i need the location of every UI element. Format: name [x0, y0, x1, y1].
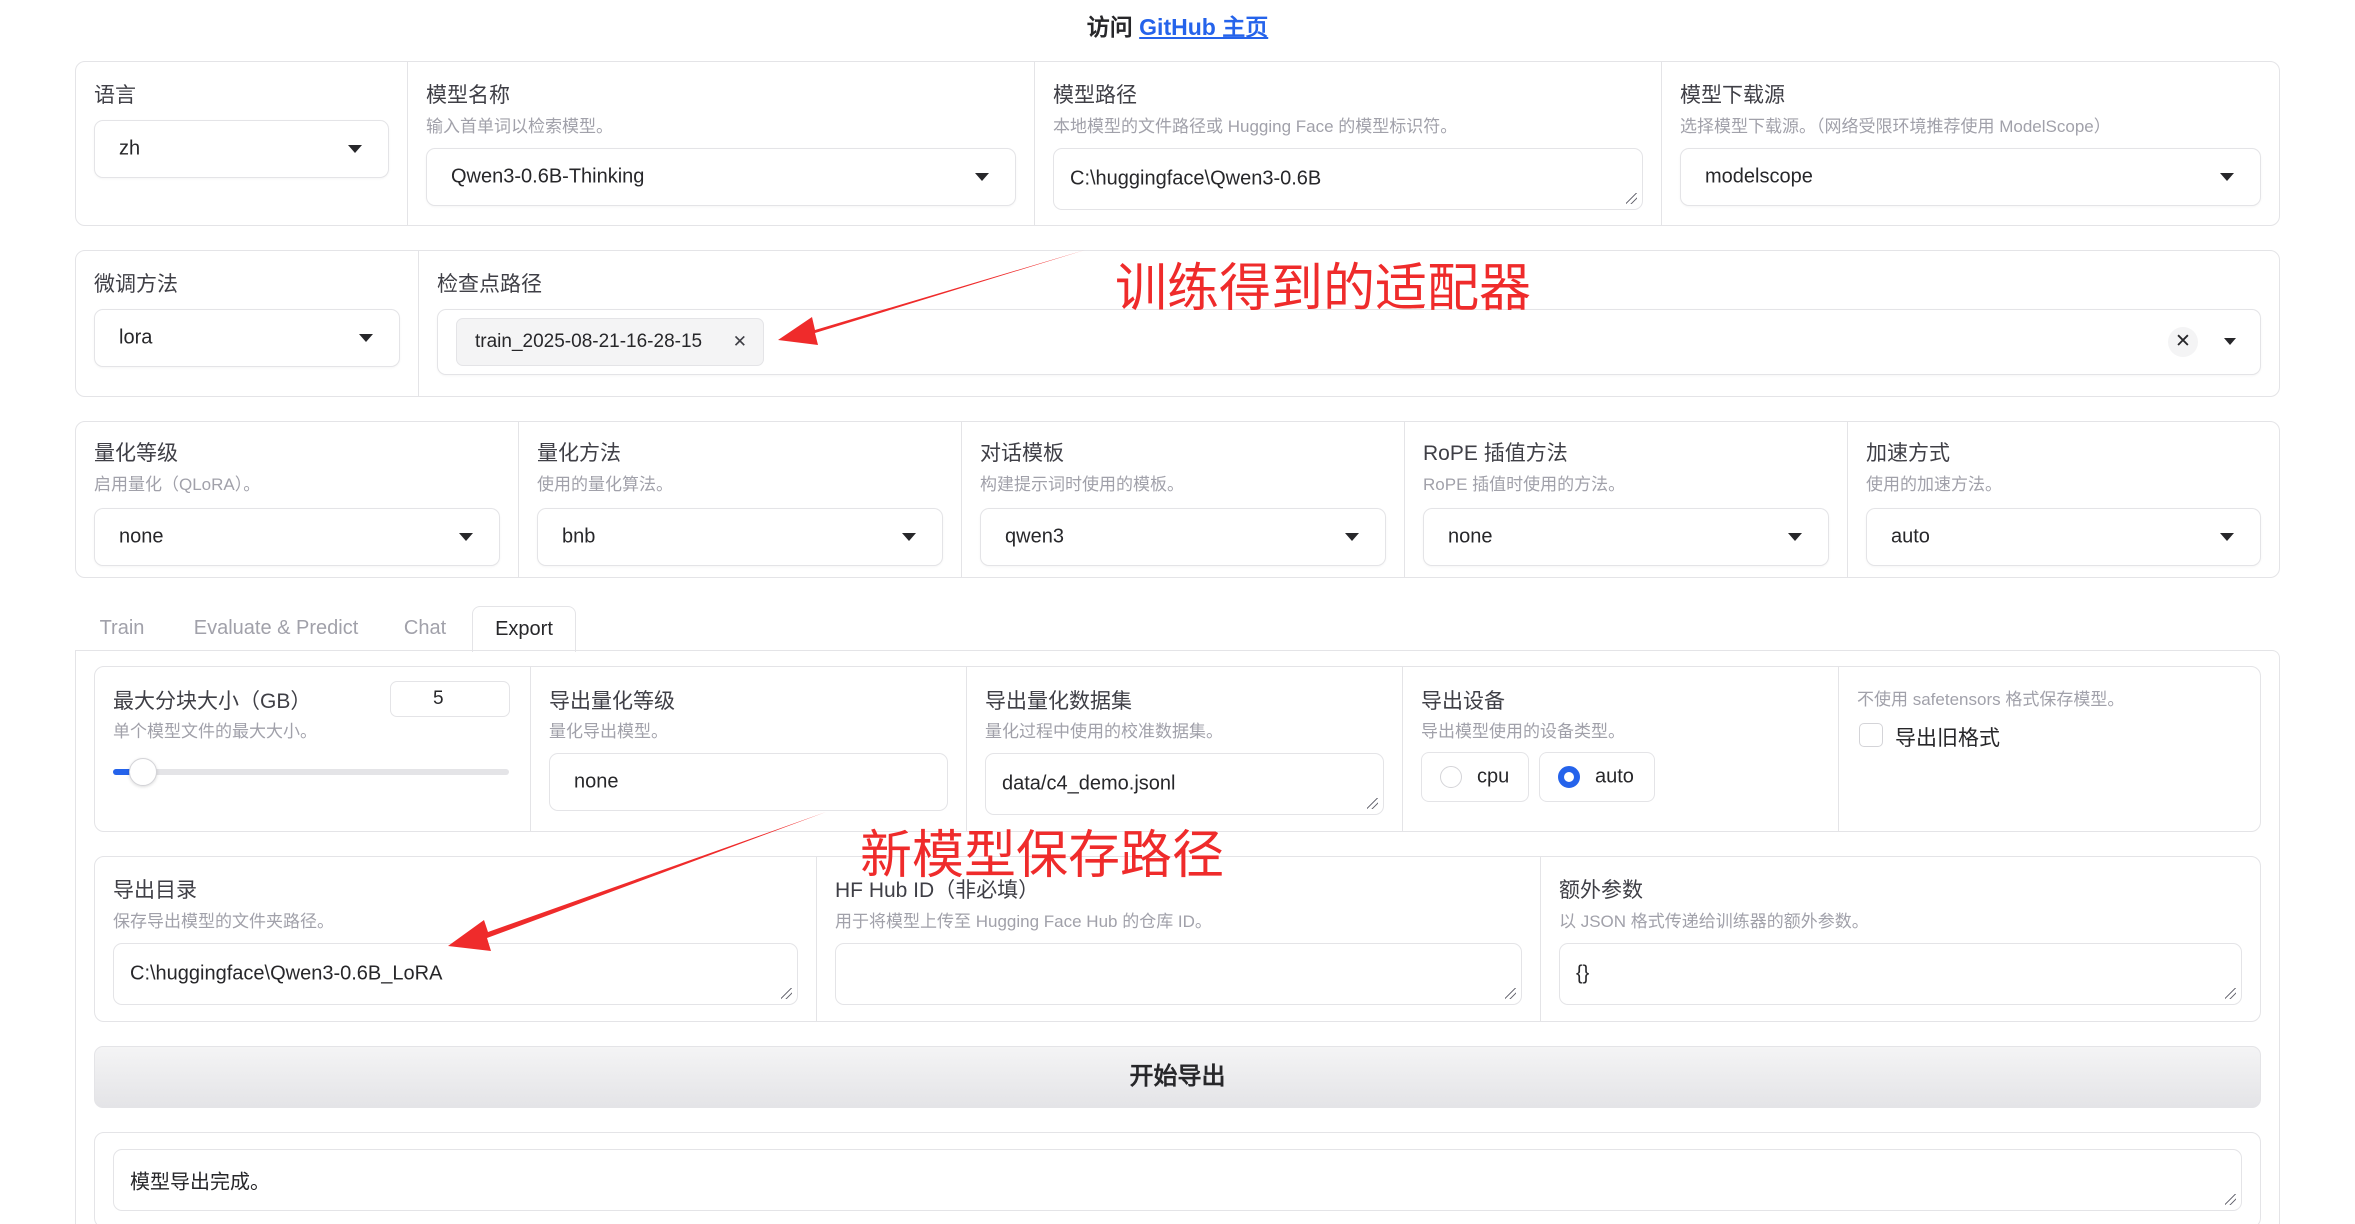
annotation-save-path: 新模型保存路径: [860, 826, 1225, 886]
annotation-adapter: 训练得到的适配器: [1115, 259, 1532, 319]
save-path-arrow: [448, 812, 826, 951]
annotation-arrows: [448, 250, 1085, 951]
adapter-arrow: [778, 250, 1085, 345]
